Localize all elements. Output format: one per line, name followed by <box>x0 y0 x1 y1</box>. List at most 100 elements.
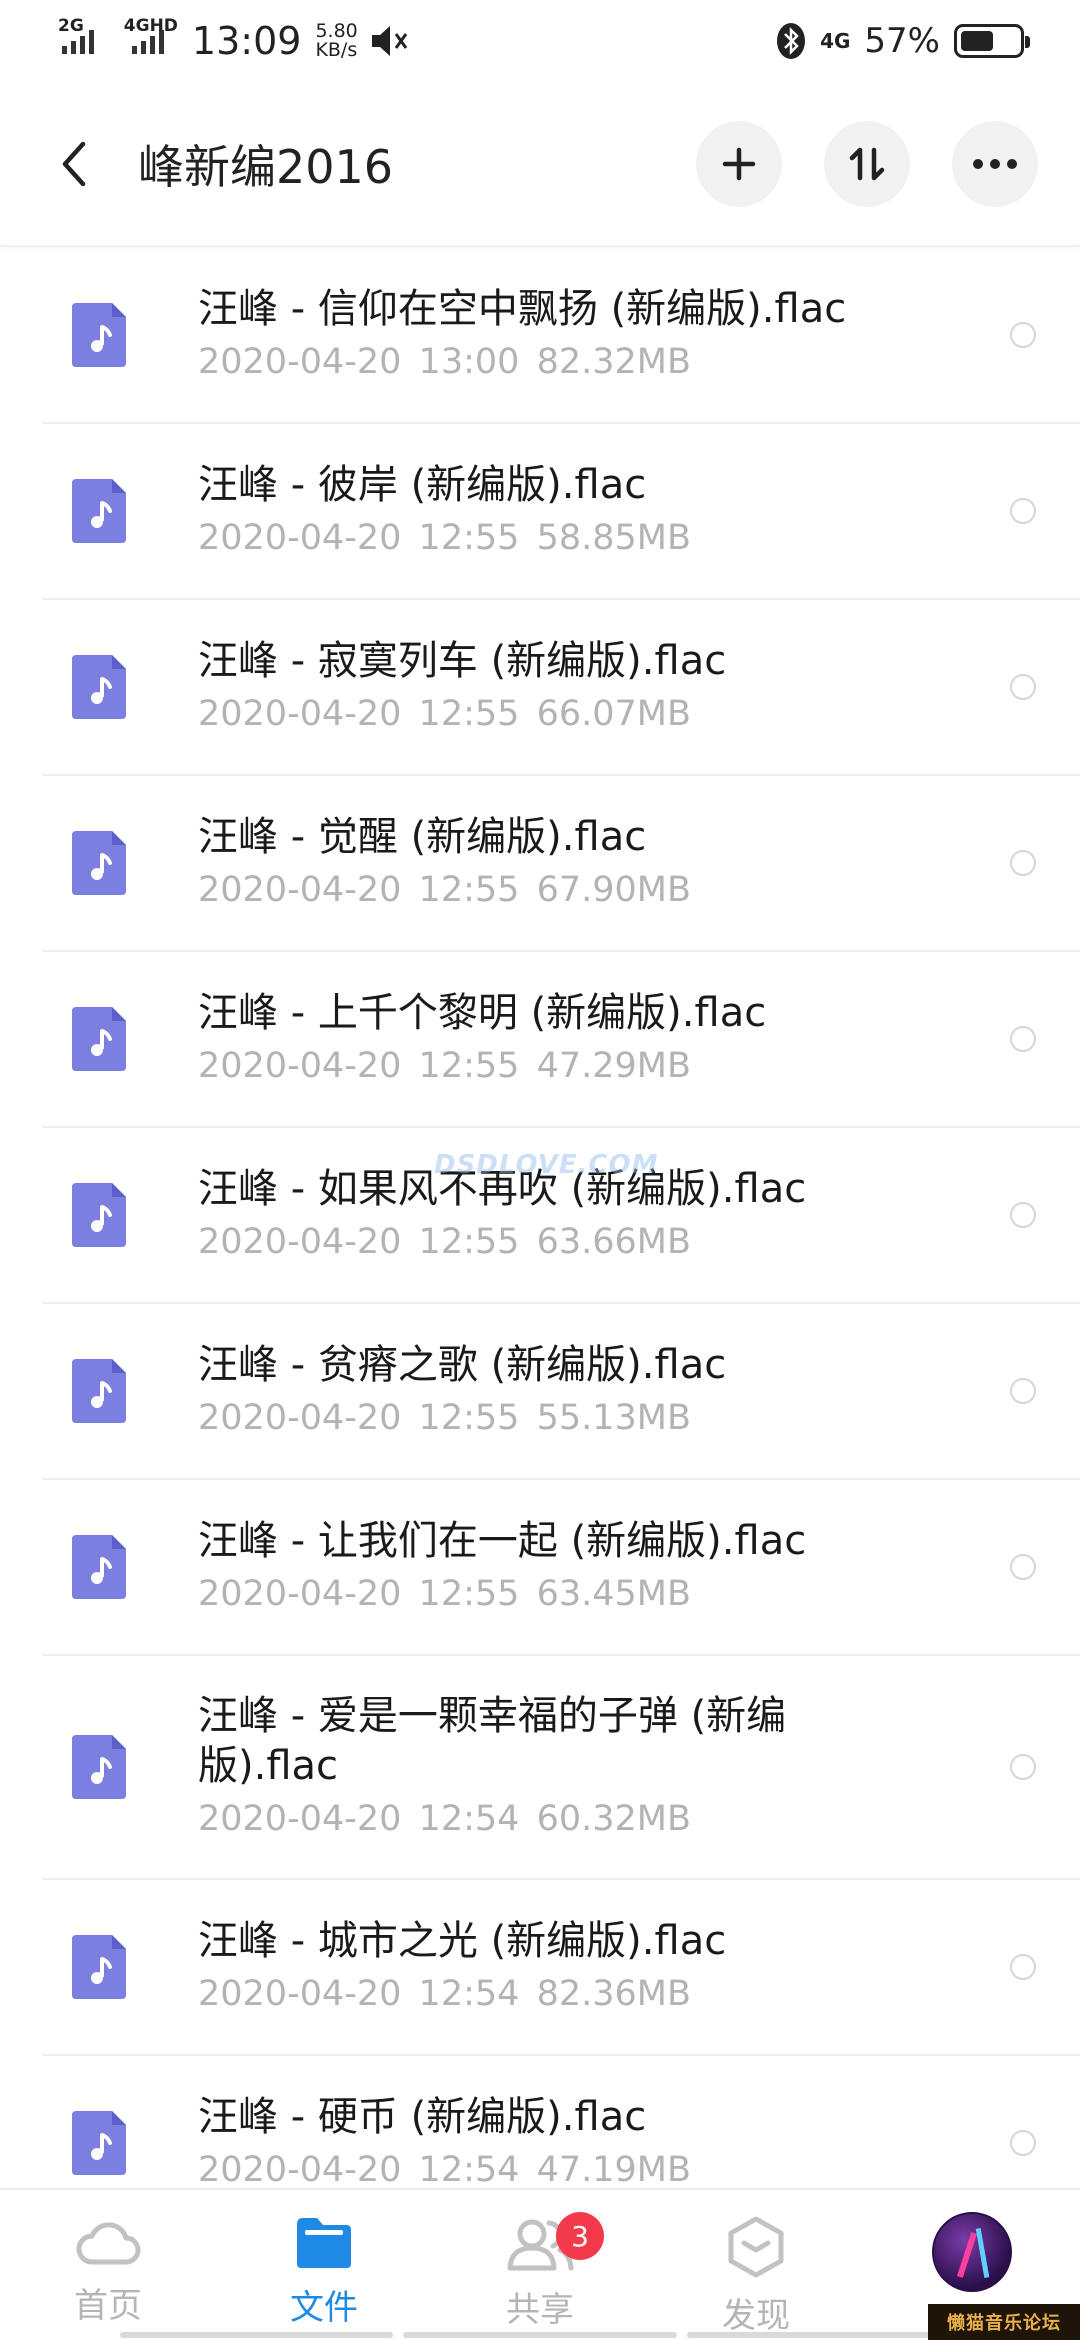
header: 峰新编2016 <box>0 82 1080 247</box>
file-size: 58.85MB <box>536 518 691 558</box>
select-radio[interactable] <box>1010 1378 1036 1404</box>
file-name: 汪峰 - 城市之光 (新编版).flac <box>198 1918 727 1964</box>
file-time: 12:55 <box>418 1046 520 1086</box>
file-time: 12:54 <box>418 1799 520 1839</box>
file-meta: 2020-04-20 12:54 82.36MB <box>198 1970 1010 2018</box>
file-meta: 2020-04-20 12:55 63.66MB <box>198 1218 1010 1266</box>
file-meta: 2020-04-20 12:55 58.85MB <box>198 514 1010 562</box>
file-row[interactable]: 汪峰 - 让我们在一起 (新编版).flac 2020-04-20 12:55 6… <box>42 1480 1080 1656</box>
file-row[interactable]: 汪峰 - 彼岸 (新编版).flac 2020-04-20 12:55 58.85… <box>42 424 1080 600</box>
file-row[interactable]: 汪峰 - 寂寞列车 (新编版).flac 2020-04-20 12:55 66.… <box>42 600 1080 776</box>
select-radio[interactable] <box>1010 498 1036 524</box>
file-size: 82.32MB <box>536 342 691 382</box>
file-list[interactable]: 汪峰 - 信仰在空中飘扬 (新编版).flac 2020-04-20 13:00 … <box>0 248 1080 2188</box>
signal-sim1-label: 2G <box>58 16 84 36</box>
file-size: 67.90MB <box>536 870 691 910</box>
file-row[interactable]: 汪峰 - 城市之光 (新编版).flac 2020-04-20 12:54 82.… <box>42 1880 1080 2056</box>
sort-arrows-icon <box>849 147 885 180</box>
file-row[interactable]: 汪峰 - 硬币 (新编版).flac 2020-04-20 12:54 47.19… <box>42 2056 1080 2188</box>
file-text: 汪峰 - 寂寞列车 (新编版).flac 2020-04-20 12:55 66.… <box>198 636 1010 738</box>
file-size: 60.32MB <box>536 1799 691 1839</box>
file-time: 12:55 <box>418 1222 520 1262</box>
file-date: 2020-04-20 <box>198 694 402 734</box>
net-speed-unit: KB/s <box>315 39 358 61</box>
nav-discover-label: 发现 <box>722 2296 790 2336</box>
nav-share[interactable]: 共享 3 <box>432 2190 648 2340</box>
net-speed: 5.80 KB/s <box>315 22 357 60</box>
file-time: 13:00 <box>418 342 520 382</box>
file-text: 汪峰 - 彼岸 (新编版).flac 2020-04-20 12:55 58.85… <box>198 460 1010 562</box>
select-radio[interactable] <box>1010 1026 1036 1052</box>
file-name: 汪峰 - 觉醒 (新编版).flac <box>198 814 647 860</box>
more-button[interactable] <box>952 120 1038 207</box>
file-time: 12:55 <box>418 694 520 734</box>
file-date: 2020-04-20 <box>198 1046 402 1086</box>
signal-sim2-label: 4GHD <box>123 16 178 36</box>
page-title: 峰新编2016 <box>138 139 394 194</box>
select-radio[interactable] <box>1010 1754 1036 1780</box>
watermark-text: DSDLOVE.COM <box>434 1150 659 1180</box>
file-text: 汪峰 - 爱是一颗幸福的子弹 (新编版).flac 2020-04-20 12:5… <box>198 1691 1010 1843</box>
file-text: 汪峰 - 上千个黎明 (新编版).flac 2020-04-20 12:55 47… <box>198 988 1010 1090</box>
file-text: 汪峰 - 硬币 (新编版).flac 2020-04-20 12:54 47.19… <box>198 2092 1010 2188</box>
select-radio[interactable] <box>1010 1202 1036 1228</box>
file-name: 汪峰 - 爱是一颗幸福的子弹 (新编版).flac <box>198 1693 787 1789</box>
file-time: 12:54 <box>418 1974 520 2014</box>
file-name: 汪峰 - 硬币 (新编版).flac <box>198 2094 647 2140</box>
select-radio[interactable] <box>1010 674 1036 700</box>
nav-files-label: 文件 <box>290 2288 358 2328</box>
file-date: 2020-04-20 <box>198 518 402 558</box>
plus-icon <box>722 147 756 180</box>
file-meta: 2020-04-20 12:55 66.07MB <box>198 690 1010 738</box>
file-row[interactable]: 汪峰 - 上千个黎明 (新编版).flac 2020-04-20 12:55 47… <box>42 952 1080 1128</box>
file-time: 12:54 <box>418 2150 520 2188</box>
music-file-icon <box>72 1735 126 1799</box>
file-row[interactable]: 汪峰 - 贫瘠之歌 (新编版).flac 2020-04-20 12:55 55.… <box>42 1304 1080 1480</box>
nav-share-label: 共享 <box>506 2290 574 2330</box>
file-date: 2020-04-20 <box>198 342 402 382</box>
select-radio[interactable] <box>1010 2130 1036 2156</box>
back-button[interactable] <box>52 134 96 194</box>
file-size: 63.66MB <box>536 1222 691 1262</box>
select-radio[interactable] <box>1010 1954 1036 1980</box>
file-date: 2020-04-20 <box>198 1799 402 1839</box>
battery-fill <box>961 31 993 51</box>
select-radio[interactable] <box>1010 322 1036 348</box>
file-name: 汪峰 - 让我们在一起 (新编版).flac <box>198 1518 807 1564</box>
status-bar: 2G 4GHD 13:09 5.80 KB/s 4G 57% <box>0 0 1080 82</box>
more-dots-icon <box>973 158 1017 169</box>
status-time: 13:09 <box>191 19 302 63</box>
file-time: 12:55 <box>418 518 520 558</box>
nav-home[interactable]: 首页 <box>0 2190 216 2340</box>
music-file-icon <box>72 831 126 895</box>
gesture-bar <box>120 2332 960 2338</box>
select-radio[interactable] <box>1010 1554 1036 1580</box>
nav-files[interactable]: 文件 <box>216 2190 432 2340</box>
chevron-left-icon <box>62 141 86 186</box>
mute-speaker-icon <box>371 26 407 56</box>
folder-icon <box>297 2218 351 2268</box>
sort-button[interactable] <box>824 120 910 207</box>
file-size: 63.45MB <box>536 1574 691 1614</box>
battery-icon <box>954 24 1030 58</box>
file-text: 汪峰 - 让我们在一起 (新编版).flac 2020-04-20 12:55 6… <box>198 1516 1010 1618</box>
music-file-icon <box>72 1183 126 1247</box>
file-time: 12:55 <box>418 1398 520 1438</box>
music-file-icon <box>72 1007 126 1071</box>
file-row[interactable]: 汪峰 - 爱是一颗幸福的子弹 (新编版).flac 2020-04-20 12:5… <box>42 1656 1080 1880</box>
music-file-icon <box>72 2111 126 2175</box>
file-size: 66.07MB <box>536 694 691 734</box>
cloud-icon <box>76 2222 141 2265</box>
signal-sim1: 2G <box>58 16 94 54</box>
add-button[interactable] <box>696 120 782 207</box>
file-time: 12:55 <box>418 1574 520 1614</box>
file-row[interactable]: 汪峰 - 觉醒 (新编版).flac 2020-04-20 12:55 67.90… <box>42 776 1080 952</box>
nav-home-label: 首页 <box>74 2286 142 2326</box>
nav-discover[interactable]: 发现 <box>648 2190 864 2340</box>
select-radio[interactable] <box>1010 850 1036 876</box>
file-row[interactable]: 汪峰 - 信仰在空中飘扬 (新编版).flac 2020-04-20 13:00 … <box>42 248 1080 424</box>
network-type: 4G <box>820 29 851 53</box>
file-text: 汪峰 - 觉醒 (新编版).flac 2020-04-20 12:55 67.90… <box>198 812 1010 914</box>
file-size: 82.36MB <box>536 1974 691 2014</box>
avatar[interactable] <box>932 2212 1012 2292</box>
